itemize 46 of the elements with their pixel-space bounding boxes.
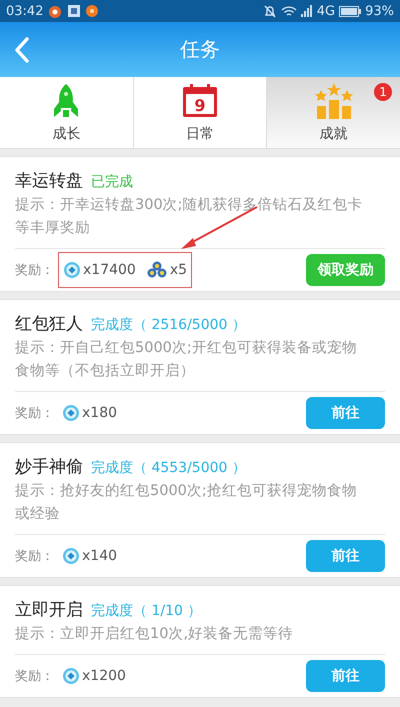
gem-cluster-icon bbox=[146, 261, 168, 279]
tab[interactable]: 成就 1 bbox=[266, 77, 400, 148]
reward-label: 奖励： bbox=[15, 548, 54, 565]
coin-icon bbox=[62, 547, 80, 565]
battery-percent: 93% bbox=[365, 4, 394, 18]
task-title: 红包狂人 bbox=[15, 313, 83, 335]
task-action-button[interactable]: 前往 bbox=[306, 397, 385, 429]
battery-icon bbox=[339, 6, 362, 16]
back-icon[interactable] bbox=[14, 37, 30, 63]
reward-amount: x140 bbox=[82, 548, 118, 564]
app-icon bbox=[85, 4, 100, 18]
rocket-icon bbox=[52, 83, 80, 119]
wifi-icon bbox=[280, 4, 297, 18]
task-status: 已完成 bbox=[91, 173, 133, 191]
page-title: 任务 bbox=[180, 36, 220, 63]
task-title: 妙手神偷 bbox=[15, 456, 83, 478]
notification-badge: 1 bbox=[374, 83, 392, 101]
podium-icon bbox=[314, 83, 353, 119]
coin-icon bbox=[63, 261, 81, 279]
status-time: 03:42 bbox=[6, 4, 44, 18]
task-action-button[interactable]: 领取奖励 bbox=[306, 254, 385, 286]
coin-icon bbox=[62, 404, 80, 422]
reward-label: 奖励： bbox=[15, 668, 54, 685]
task-hint: 提示：抢好友的红包5000次;抢红包可获得宠物食物或经验 bbox=[15, 480, 385, 535]
reward-amount: x17400 bbox=[83, 262, 136, 278]
reward-label: 奖励： bbox=[15, 262, 54, 279]
task-status: 完成度（ 4553/5000 ） bbox=[91, 459, 246, 477]
app-icon bbox=[47, 4, 64, 18]
task-status: 完成度（ 1/10 ） bbox=[91, 602, 202, 620]
reward-label: 奖励： bbox=[15, 405, 54, 422]
task-hint: 提示：立即开启红包10次,好装备无需等待 bbox=[15, 623, 385, 655]
app-icon bbox=[67, 4, 82, 18]
task-hint: 提示：开自己红包5000次;开红包可获得装备或宠物食物等（不包括立即开启） bbox=[15, 337, 385, 392]
coin-icon bbox=[62, 667, 80, 685]
bell-off-icon bbox=[262, 4, 277, 18]
task-action-button[interactable]: 前往 bbox=[306, 540, 385, 572]
tab[interactable]: 9 日常 bbox=[132, 77, 266, 148]
task-action-button[interactable]: 前往 bbox=[306, 660, 385, 692]
task-status: 完成度（ 2516/5000 ） bbox=[91, 316, 246, 334]
reward-amount: x5 bbox=[170, 262, 188, 278]
reward-amount: x180 bbox=[82, 405, 118, 421]
network-type: 4G bbox=[316, 4, 336, 18]
reward-amount: x1200 bbox=[82, 668, 126, 684]
signal-icon bbox=[300, 5, 313, 17]
task-title: 立即开启 bbox=[15, 599, 83, 621]
task-title: 幸运转盘 bbox=[15, 170, 83, 192]
